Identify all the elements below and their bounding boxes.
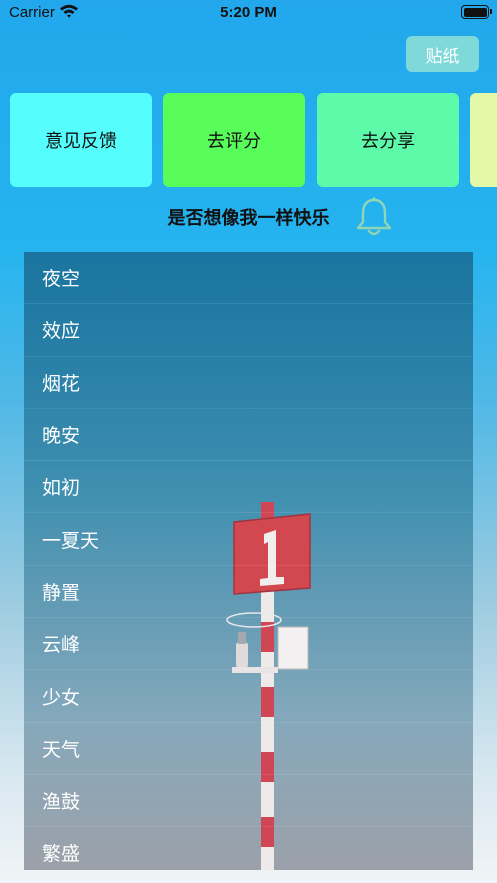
status-time: 5:20 PM	[220, 4, 277, 21]
feedback-card[interactable]: 意见反馈	[10, 93, 152, 187]
list-item[interactable]: 天气	[24, 723, 473, 775]
tagline-text: 是否想像我一样快乐	[167, 208, 330, 229]
action-cards: 意见反馈 去评分 去分享	[0, 93, 497, 187]
sticker-button[interactable]: 贴纸	[406, 36, 479, 72]
list-item[interactable]: 云峰	[24, 618, 473, 671]
status-bar: Carrier 5:20 PM	[0, 0, 497, 26]
bell-icon[interactable]	[355, 196, 393, 242]
list-item[interactable]: 渔鼓	[24, 775, 473, 828]
list-item[interactable]: 一夏天	[24, 514, 473, 566]
list-item[interactable]: 少女	[24, 670, 473, 723]
rate-card[interactable]: 去评分	[163, 93, 305, 187]
partial-card[interactable]	[470, 93, 497, 187]
list-item[interactable]: 夜空	[24, 252, 473, 305]
share-card[interactable]: 去分享	[317, 93, 459, 187]
word-list[interactable]: 夜空 效应 烟花 晚安 如初 一夏天 静置 云峰 少女 天气 渔鼓 繁盛	[24, 252, 473, 870]
list-item[interactable]: 效应	[24, 304, 473, 357]
list-item[interactable]: 如初	[24, 461, 473, 514]
list-item[interactable]: 烟花	[24, 357, 473, 409]
list-item[interactable]: 静置	[24, 566, 473, 619]
list-item[interactable]: 晚安	[24, 409, 473, 462]
battery-icon	[461, 5, 492, 19]
list-item[interactable]: 繁盛	[24, 827, 473, 870]
